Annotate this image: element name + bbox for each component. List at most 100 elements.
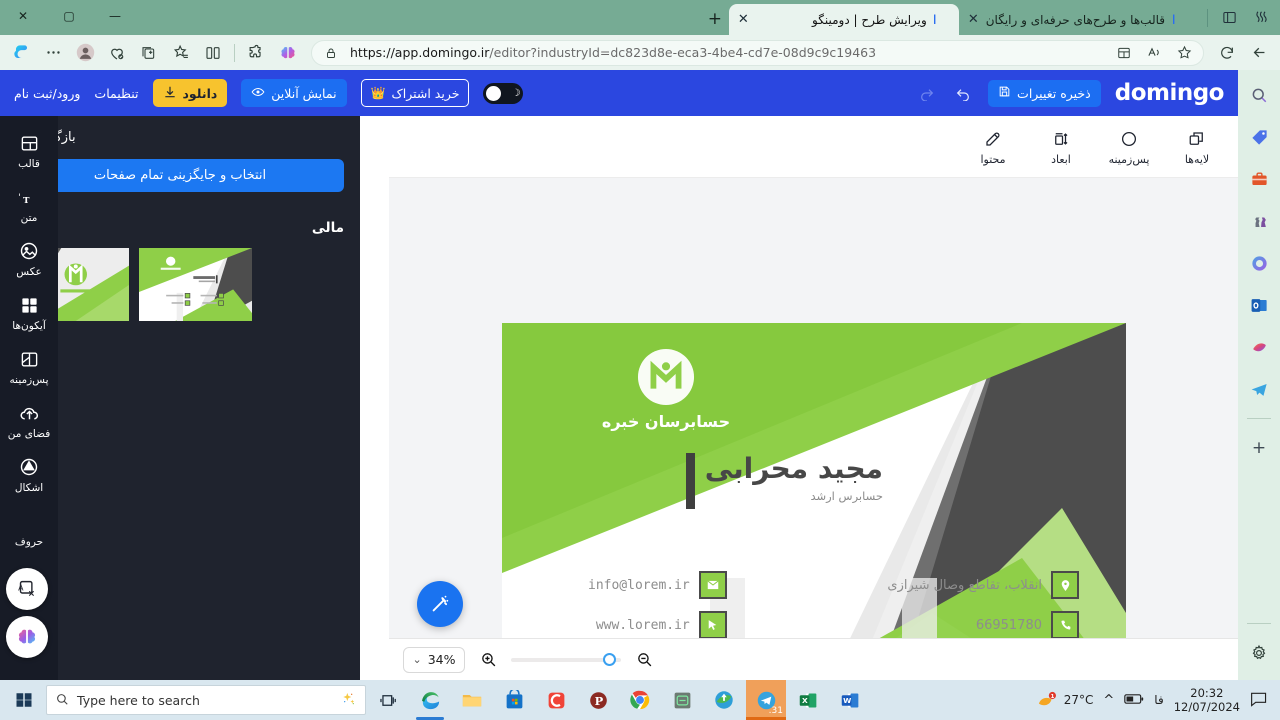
potplayer-icon[interactable]: P bbox=[578, 680, 618, 720]
download-button[interactable]: دانلود bbox=[152, 79, 228, 107]
zoom-out-icon[interactable] bbox=[633, 649, 655, 671]
browser-tab-inactive[interactable]: d قالب‌ها و طرح‌های حرفه‌ای و رایگان ✕ bbox=[959, 4, 1197, 35]
notepad-icon[interactable] bbox=[662, 680, 702, 720]
tool-background[interactable]: پس‌زمینه bbox=[1106, 128, 1152, 166]
telegram-icon[interactable]: .31 bbox=[746, 680, 786, 720]
tab-close-icon[interactable]: ✕ bbox=[968, 13, 979, 26]
excel-icon[interactable]: X bbox=[788, 680, 828, 720]
layers-icon bbox=[1188, 128, 1206, 150]
back-icon[interactable] bbox=[1244, 40, 1274, 66]
maximize-button[interactable]: ▢ bbox=[46, 0, 92, 32]
task-view-icon[interactable] bbox=[368, 680, 408, 720]
battery-icon[interactable] bbox=[1124, 693, 1144, 708]
clock[interactable]: 20:32 12/07/2024 bbox=[1174, 686, 1240, 715]
microsoft-store-icon[interactable] bbox=[494, 680, 534, 720]
edge-icon[interactable] bbox=[410, 680, 450, 720]
idm-icon[interactable] bbox=[704, 680, 744, 720]
favorite-star-icon[interactable] bbox=[1173, 42, 1195, 64]
buy-subscription-button[interactable]: خرید اشتراک 👑 bbox=[360, 79, 470, 107]
strip-item-text[interactable]: TT متن bbox=[2, 184, 56, 224]
zoom-slider-knob[interactable] bbox=[603, 652, 616, 666]
taskbar-search-box[interactable]: Type here to search bbox=[46, 685, 366, 715]
strip-item-template[interactable]: قالب bbox=[2, 130, 56, 170]
business-card-design[interactable]: حسابرسان خبره مجید محرابی حسابرس ارشد ان… bbox=[502, 323, 1126, 680]
favorites-icon[interactable] bbox=[166, 40, 196, 66]
search-icon[interactable] bbox=[1246, 82, 1272, 108]
language-indicator[interactable]: فا bbox=[1154, 693, 1163, 707]
strip-item-image[interactable]: عکس bbox=[2, 238, 56, 278]
notification-icon[interactable] bbox=[1250, 691, 1268, 710]
read-aloud-icon[interactable] bbox=[1143, 42, 1165, 64]
close-window-button[interactable]: ✕ bbox=[0, 0, 46, 32]
replace-all-pages-button[interactable]: انتخاب و جایگزینی تمام صفحات bbox=[16, 159, 344, 192]
canvas-area[interactable]: حسابرسان خبره مجید محرابی حسابرس ارشد ان… bbox=[389, 178, 1238, 680]
tools-briefcase-icon[interactable] bbox=[1246, 166, 1272, 192]
card-name-block[interactable]: مجید محرابی حسابرس ارشد bbox=[685, 452, 883, 509]
redo-icon[interactable] bbox=[916, 82, 938, 104]
contact-row-phone[interactable]: 66951780 bbox=[887, 611, 1079, 639]
add-sidebar-app-icon[interactable]: + bbox=[1246, 435, 1272, 461]
settings-link[interactable]: تنظیمات bbox=[94, 86, 138, 101]
minimize-button[interactable]: — bbox=[92, 0, 138, 32]
vertical-tabs-icon[interactable] bbox=[1214, 3, 1244, 33]
letters-float-button[interactable]: A bbox=[6, 568, 48, 610]
domingo-logo[interactable]: domingo bbox=[1115, 80, 1225, 106]
magic-wand-button[interactable] bbox=[417, 581, 463, 627]
strip-item-shapes[interactable]: اشکال bbox=[2, 454, 56, 494]
windows-start-icon[interactable] bbox=[4, 680, 44, 720]
zoom-slider[interactable] bbox=[511, 652, 621, 666]
contact-text: 66951780 bbox=[975, 617, 1042, 633]
tool-layers[interactable]: لایه‌ها bbox=[1174, 128, 1220, 166]
tool-label: پس‌زمینه bbox=[1108, 152, 1150, 166]
strip-item-icons[interactable]: آیکون‌ها bbox=[2, 292, 56, 332]
template-thumbnail-front[interactable] bbox=[139, 248, 252, 321]
tab-close-icon[interactable]: ✕ bbox=[738, 13, 749, 26]
split-window-icon[interactable] bbox=[198, 40, 228, 66]
outlook-icon[interactable] bbox=[1246, 292, 1272, 318]
collections-icon[interactable] bbox=[134, 40, 164, 66]
new-tab-button[interactable]: + bbox=[701, 5, 729, 33]
file-explorer-icon[interactable] bbox=[452, 680, 492, 720]
browser-essentials-icon[interactable] bbox=[102, 40, 132, 66]
strip-item-letters[interactable]: حروف bbox=[2, 508, 56, 548]
chrome-icon[interactable] bbox=[620, 680, 660, 720]
shopping-tag-icon[interactable] bbox=[1246, 124, 1272, 150]
strip-label: پس‌زمینه bbox=[9, 374, 49, 386]
camtasia-icon[interactable] bbox=[536, 680, 576, 720]
split-screen-icon[interactable] bbox=[1113, 42, 1135, 64]
strip-item-my-space[interactable]: فضای من bbox=[2, 400, 56, 440]
login-register-link[interactable]: ورود/ثبت نام bbox=[14, 86, 80, 101]
extensions-icon[interactable] bbox=[241, 40, 271, 66]
address-bar[interactable]: https://app.domingo.ir/editor?industryId… bbox=[311, 39, 1204, 66]
tool-content[interactable]: محتوا bbox=[970, 128, 1016, 166]
browser-tab-active[interactable]: d ویرایش طرح | دومینگو ✕ bbox=[728, 4, 959, 35]
dark-mode-toggle[interactable]: ☽ bbox=[483, 82, 524, 104]
gear-icon[interactable] bbox=[1246, 640, 1272, 666]
cloud-upload-icon bbox=[19, 400, 40, 426]
telegram-icon[interactable] bbox=[1246, 376, 1272, 402]
undo-icon[interactable] bbox=[952, 82, 974, 104]
back-button[interactable]: بازگشت ❯ bbox=[16, 130, 344, 145]
reload-icon[interactable] bbox=[1212, 40, 1242, 66]
games-icon[interactable] bbox=[1246, 208, 1272, 234]
ai-brain-float-button[interactable] bbox=[6, 616, 48, 658]
designer-icon[interactable] bbox=[1246, 334, 1272, 360]
tab-actions-icon[interactable] bbox=[1246, 3, 1276, 33]
tray-expand-chevron-icon[interactable]: ^ bbox=[1103, 693, 1114, 708]
office-icon[interactable] bbox=[1246, 250, 1272, 276]
copilot-sidebar-icon[interactable] bbox=[6, 40, 36, 66]
online-preview-button[interactable]: نمایش آنلاین bbox=[241, 79, 347, 107]
contact-row-website[interactable]: www.lorem.ir bbox=[588, 611, 727, 639]
tool-dimensions[interactable]: ابعاد bbox=[1038, 128, 1084, 166]
settings-and-more-icon[interactable] bbox=[38, 40, 68, 66]
weather-widget[interactable]: 1 27°C bbox=[1036, 691, 1093, 709]
word-icon[interactable]: W bbox=[830, 680, 870, 720]
contact-row-address[interactable]: انقلاب، تقاطع وصال شیرازی bbox=[887, 571, 1079, 599]
profile-avatar-icon[interactable] bbox=[70, 40, 100, 66]
save-changes-button[interactable]: ذخیره تغییرات bbox=[988, 79, 1101, 107]
strip-item-background[interactable]: پس‌زمینه bbox=[2, 346, 56, 386]
copilot-brain-icon[interactable] bbox=[273, 40, 303, 66]
zoom-in-icon[interactable] bbox=[477, 649, 499, 671]
zoom-level-select[interactable]: ⌄ 34% bbox=[403, 646, 465, 673]
contact-row-email[interactable]: info@lorem.ir bbox=[588, 571, 727, 599]
